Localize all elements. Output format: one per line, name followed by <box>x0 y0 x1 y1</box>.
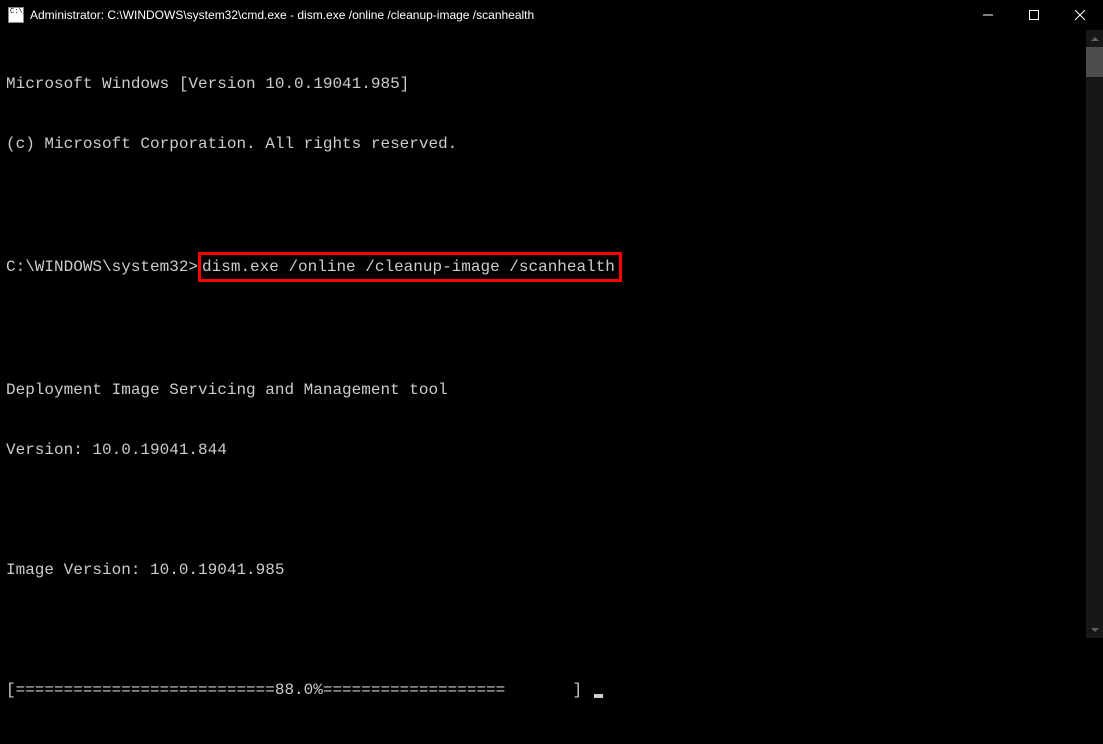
titlebar[interactable]: Administrator: C:\WINDOWS\system32\cmd.e… <box>0 0 1103 30</box>
progress-bar-text: [===========================88.0%=======… <box>6 681 592 699</box>
output-blank <box>6 194 1097 214</box>
output-line: Microsoft Windows [Version 10.0.19041.98… <box>6 74 1097 94</box>
output-line: (c) Microsoft Corporation. All rights re… <box>6 134 1097 154</box>
command-text: dism.exe /online /cleanup-image /scanhea… <box>202 258 615 276</box>
scrollbar-thumb[interactable] <box>1086 47 1103 77</box>
cmd-window: Administrator: C:\WINDOWS\system32\cmd.e… <box>0 0 1103 638</box>
window-title: Administrator: C:\WINDOWS\system32\cmd.e… <box>30 8 965 22</box>
output-line: Image Version: 10.0.19041.985 <box>6 560 1097 580</box>
output-line: Deployment Image Servicing and Managemen… <box>6 380 1097 400</box>
window-controls <box>965 0 1103 30</box>
cmd-icon <box>8 7 24 23</box>
command-highlight: dism.exe /online /cleanup-image /scanhea… <box>198 252 622 282</box>
terminal-output[interactable]: Microsoft Windows [Version 10.0.19041.98… <box>0 30 1103 744</box>
prompt-prefix: C:\WINDOWS\system32> <box>6 258 198 276</box>
output-line: Version: 10.0.19041.844 <box>6 440 1097 460</box>
output-blank <box>6 620 1097 640</box>
minimize-button[interactable] <box>965 0 1011 30</box>
output-blank <box>6 500 1097 520</box>
output-blank <box>6 320 1097 340</box>
close-button[interactable] <box>1057 0 1103 30</box>
maximize-button[interactable] <box>1011 0 1057 30</box>
cursor <box>594 694 603 698</box>
scrollbar-up-button[interactable] <box>1086 30 1103 47</box>
prompt-line: C:\WINDOWS\system32>dism.exe /online /cl… <box>6 254 1097 280</box>
progress-line: [===========================88.0%=======… <box>6 680 1097 700</box>
scrollbar-down-button[interactable] <box>1086 621 1103 638</box>
vertical-scrollbar[interactable] <box>1086 30 1103 638</box>
